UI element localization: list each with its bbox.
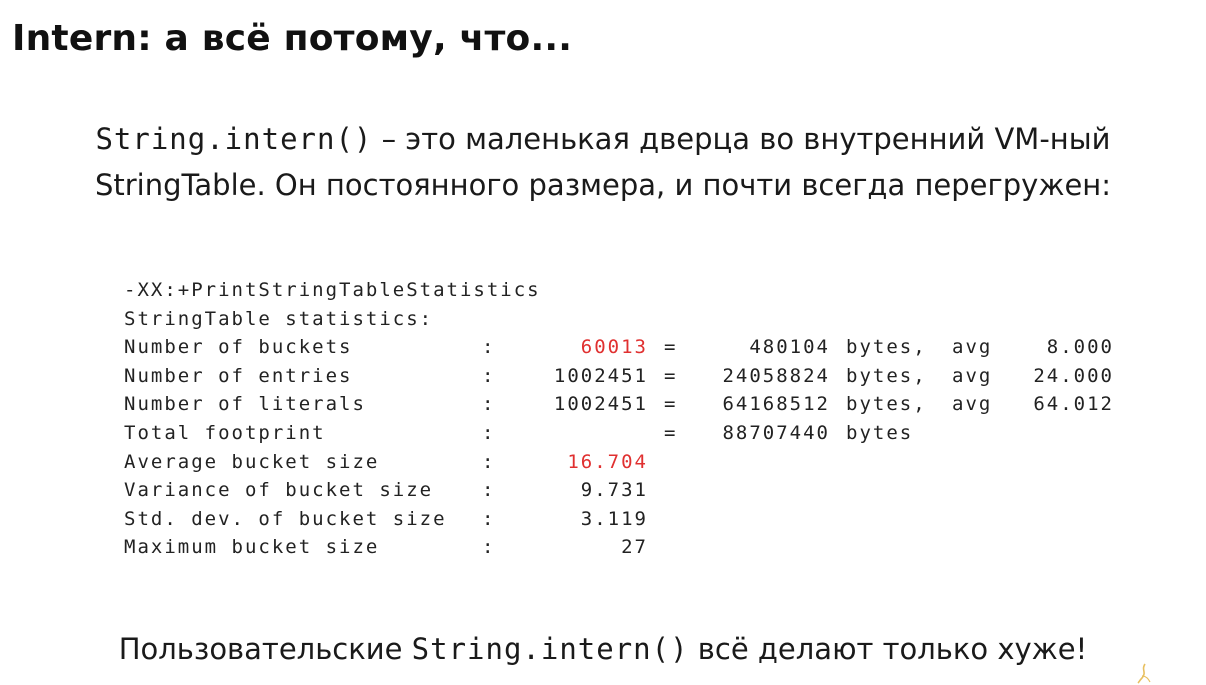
stat-row: Number of literals: 1002451 = 64168512 bytes… bbox=[124, 390, 1124, 419]
statistics-header: StringTable statistics: bbox=[124, 307, 434, 330]
stat-colon: : bbox=[482, 507, 496, 530]
footer-code: String.intern() bbox=[411, 632, 689, 666]
stat-bytes: 480104 bbox=[749, 336, 830, 359]
intro-code: String.intern() bbox=[95, 122, 373, 156]
stat-bytes: 24058824 bbox=[722, 364, 830, 387]
stat-unit: bytes, bbox=[846, 336, 927, 359]
stat-row: Number of entries: 1002451 = 24058824 bytes,… bbox=[124, 362, 1124, 391]
stat-label: Average bucket size bbox=[124, 450, 380, 473]
intro-line-1: String.intern() – это маленькая дверца в… bbox=[0, 116, 1206, 162]
stat-avg-label: avg bbox=[952, 364, 993, 387]
stat-equals: = bbox=[664, 364, 678, 387]
stat-bytes: 88707440 bbox=[722, 421, 830, 444]
intro-line-1-text: – это маленькая дверца во внутренний VM-… bbox=[372, 122, 1111, 156]
stat-colon: : bbox=[482, 393, 496, 416]
stat-value: 16.704 bbox=[567, 450, 648, 473]
stat-label: Maximum bucket size bbox=[124, 536, 380, 559]
stat-value: 1002451 bbox=[553, 364, 648, 387]
stat-unit: bytes, bbox=[846, 364, 927, 387]
stat-value: 9.731 bbox=[580, 479, 648, 502]
stat-avg: 8.000 bbox=[1046, 336, 1114, 359]
stat-label: Number of buckets bbox=[124, 336, 353, 359]
stat-avg-label: avg bbox=[952, 336, 993, 359]
stat-equals: = bbox=[664, 393, 678, 416]
stat-row: Total footprint: = 88707440 bytes bbox=[124, 419, 1124, 448]
stat-avg: 24.000 bbox=[1033, 364, 1114, 387]
stat-row: Average bucket size: 16.704 bbox=[124, 448, 1124, 477]
stat-equals: = bbox=[664, 421, 678, 444]
footer-text-after: всё делают только хуже! bbox=[688, 632, 1088, 666]
stat-value: 1002451 bbox=[553, 393, 648, 416]
footer-text-before: Пользовательские bbox=[118, 632, 412, 666]
stat-value: 3.119 bbox=[580, 507, 648, 530]
stat-colon: : bbox=[482, 479, 496, 502]
beamer-logo-icon bbox=[1137, 663, 1151, 684]
stat-avg: 64.012 bbox=[1033, 393, 1114, 416]
string-table-statistics: -XX:+PrintStringTableStatistics StringTa… bbox=[124, 276, 1124, 562]
stat-bytes: 64168512 bbox=[722, 393, 830, 416]
stat-value: 60013 bbox=[580, 336, 648, 359]
stat-colon: : bbox=[482, 536, 496, 559]
stat-label: Number of entries bbox=[124, 364, 353, 387]
stat-label: Std. dev. of bucket size bbox=[124, 507, 447, 530]
stat-avg-label: avg bbox=[952, 393, 993, 416]
stat-colon: : bbox=[482, 450, 496, 473]
stat-label: Variance of bucket size bbox=[124, 479, 434, 502]
stat-label: Total footprint bbox=[124, 421, 326, 444]
stat-row: Std. dev. of bucket size: 3.119 bbox=[124, 505, 1124, 534]
stat-unit: bytes, bbox=[846, 393, 927, 416]
intro-paragraph: String.intern() – это маленькая дверца в… bbox=[0, 116, 1206, 208]
stat-value: 27 bbox=[621, 536, 648, 559]
stat-row: Number of buckets: 60013 = 480104 bytes, avg 8… bbox=[124, 333, 1124, 362]
stat-row: Variance of bucket size: 9.731 bbox=[124, 476, 1124, 505]
stat-row: Maximum bucket size: 27 bbox=[124, 533, 1124, 562]
stat-label: Number of literals bbox=[124, 393, 366, 416]
footer-conclusion: Пользовательские String.intern() всё дел… bbox=[0, 632, 1206, 666]
slide-title: Intern: а всё потому, что... bbox=[12, 18, 573, 59]
stat-colon: : bbox=[482, 364, 496, 387]
stat-equals: = bbox=[664, 336, 678, 359]
jvm-flag: -XX:+PrintStringTableStatistics bbox=[124, 279, 541, 301]
stat-unit: bytes bbox=[846, 421, 914, 444]
statistics-rows: Number of buckets: 60013 = 480104 bytes, avg 8… bbox=[124, 333, 1124, 562]
intro-line-2: StringTable. Он постоянного размера, и п… bbox=[94, 168, 1112, 202]
stat-colon: : bbox=[482, 336, 496, 359]
stat-colon: : bbox=[482, 421, 496, 444]
